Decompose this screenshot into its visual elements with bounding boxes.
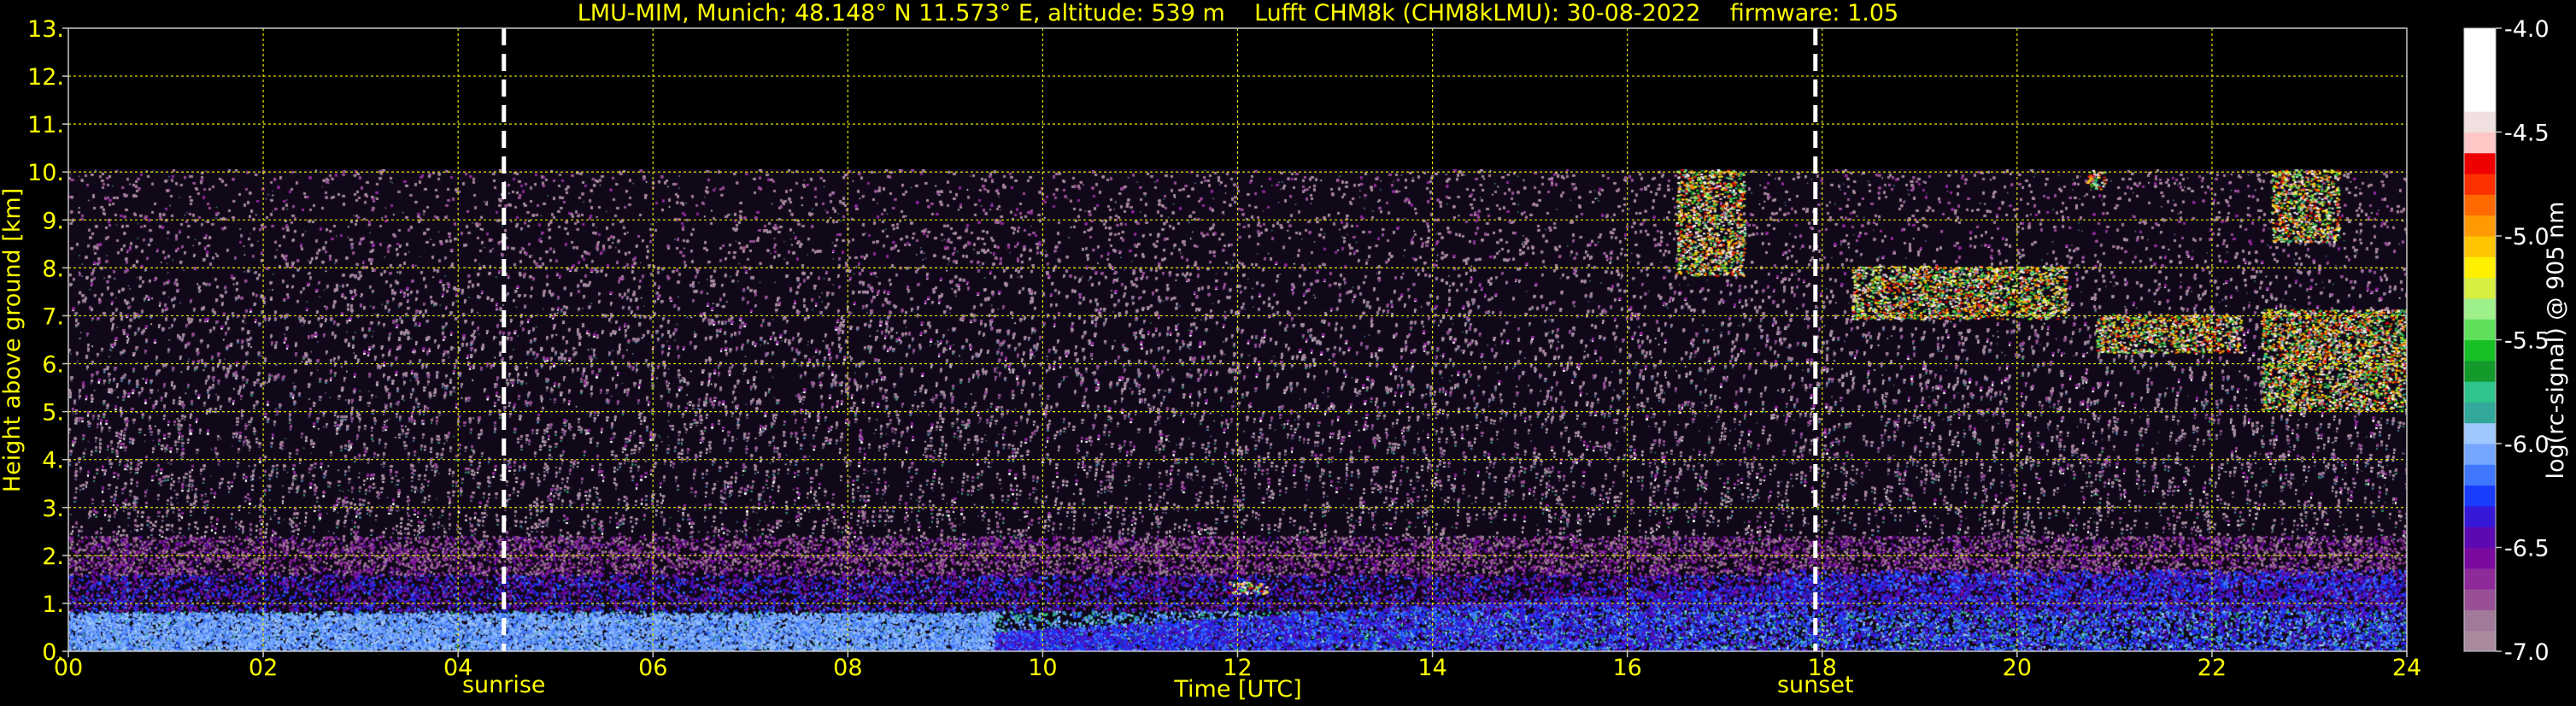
y-tick-label: 3. xyxy=(42,496,64,522)
chart-title: LMU-MIM, Munich; 48.148° N 11.573° E, al… xyxy=(578,0,1898,26)
colorbar-cell xyxy=(2464,444,2496,465)
colorbar-cell xyxy=(2464,505,2496,527)
colorbar-cell xyxy=(2464,568,2496,590)
colorbar-cell xyxy=(2464,236,2496,257)
colorbar-cell xyxy=(2464,464,2496,486)
y-tick-label: 1. xyxy=(42,591,64,618)
y-tick-label: 11. xyxy=(27,112,64,138)
colorbar-cell xyxy=(2464,28,2496,50)
x-tick-label: 14 xyxy=(1417,655,1446,681)
colorbar-cell xyxy=(2464,111,2496,132)
x-tick-label: 10 xyxy=(1028,655,1057,681)
x-tick-label: 02 xyxy=(249,655,278,681)
colorbar-cell xyxy=(2464,49,2496,71)
colorbar xyxy=(2463,27,2497,652)
colorbar-cell xyxy=(2464,90,2496,112)
y-tick-label: 12. xyxy=(27,64,64,91)
y-tick-label: 5. xyxy=(42,400,64,427)
colorbar-cell xyxy=(2464,547,2496,569)
colorbar-cell xyxy=(2464,277,2496,299)
colorbar-label: log(rc-signal) @ 905 nm xyxy=(2543,202,2569,479)
colorbar-cell xyxy=(2464,132,2496,154)
colorbar-cell xyxy=(2464,360,2496,382)
colorbar-cell xyxy=(2464,297,2496,320)
colorbar-cell xyxy=(2464,339,2496,362)
y-tick-label: 2. xyxy=(42,544,64,570)
colorbar-cell xyxy=(2464,609,2496,632)
colorbar-cell xyxy=(2464,152,2496,174)
colorbar-tick-label: -4.5 xyxy=(2504,121,2550,147)
colorbar-cell xyxy=(2464,589,2496,610)
y-axis-label: Height above ground [km] xyxy=(0,188,26,492)
x-tick-label: 20 xyxy=(2003,655,2032,681)
x-axis-label: Time [UTC] xyxy=(1173,676,1301,703)
y-tick-label: 4. xyxy=(42,448,64,474)
colorbar-tick-label: -6.5 xyxy=(2504,536,2550,562)
y-tick-label: 13. xyxy=(27,16,64,43)
colorbar-cell xyxy=(2464,485,2496,507)
colorbar-cell xyxy=(2464,527,2496,548)
colorbar-cell xyxy=(2464,174,2496,195)
y-tick-label: 0. xyxy=(42,639,64,666)
y-tick-label: 6. xyxy=(42,352,64,379)
x-tick-label: 06 xyxy=(638,655,667,681)
colorbar-cell xyxy=(2464,215,2496,237)
y-tick-label: 7. xyxy=(42,303,64,330)
x-tick-label: 22 xyxy=(2198,655,2227,681)
ceilometer-figure: sunrise sunset 00 02 04 06 08 10 12 14 16 18 20 22 24… xyxy=(0,0,2576,706)
colorbar-tick-label: -7.0 xyxy=(2504,639,2550,666)
y-tick-label: 8. xyxy=(42,256,64,282)
x-tick-label: 16 xyxy=(1612,655,1641,681)
sunrise-label: sunrise xyxy=(462,672,546,698)
x-tick-label: 08 xyxy=(833,655,862,681)
y-tick-label: 10. xyxy=(27,160,64,186)
colorbar-tick-label: -4.0 xyxy=(2504,16,2550,43)
x-tick-label: 24 xyxy=(2392,655,2421,681)
colorbar-cell xyxy=(2464,630,2496,652)
colorbar-cell xyxy=(2464,381,2496,403)
colorbar-cell xyxy=(2464,256,2496,279)
x-tick-label: 18 xyxy=(1808,655,1837,681)
colorbar-cell xyxy=(2464,194,2496,216)
colorbar-cell xyxy=(2464,422,2496,444)
x-tick-label: 04 xyxy=(443,655,472,681)
colorbar-cell xyxy=(2464,402,2496,424)
y-tick-label: 9. xyxy=(42,208,64,234)
colorbar-cell xyxy=(2464,69,2496,91)
colorbar-cell xyxy=(2464,319,2496,340)
